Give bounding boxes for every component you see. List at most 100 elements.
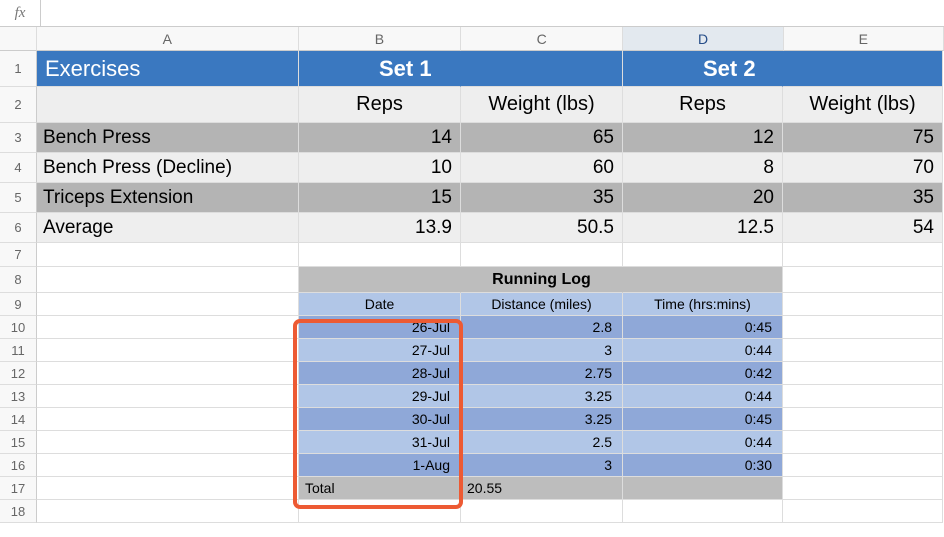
cell-d17[interactable] xyxy=(623,477,783,500)
cell-c2[interactable]: Weight (lbs) xyxy=(461,87,623,123)
row-header-7[interactable]: 7 xyxy=(0,243,37,267)
cell-b9[interactable]: Date xyxy=(299,293,461,316)
cell-e12[interactable] xyxy=(783,362,943,385)
spreadsheet-grid[interactable]: A B C D E 1 Exercises Set 1 Set 2 2 Reps… xyxy=(0,27,944,523)
row-header-15[interactable]: 15 xyxy=(0,431,37,454)
cell-d16[interactable]: 0:30 xyxy=(623,454,783,477)
cell-a4[interactable]: Bench Press (Decline) xyxy=(37,153,299,183)
cell-d6[interactable]: 12.5 xyxy=(623,213,783,243)
cell-c18[interactable] xyxy=(461,500,623,523)
cell-b5[interactable]: 15 xyxy=(299,183,461,213)
row-header-5[interactable]: 5 xyxy=(0,183,37,213)
cell-e4[interactable]: 70 xyxy=(783,153,943,183)
row-header-13[interactable]: 13 xyxy=(0,385,37,408)
cell-b17[interactable]: Total xyxy=(299,477,461,500)
col-header-a[interactable]: A xyxy=(37,27,299,51)
cell-a12[interactable] xyxy=(37,362,299,385)
cell-d15[interactable]: 0:44 xyxy=(623,431,783,454)
cell-a15[interactable] xyxy=(37,431,299,454)
cell-b12[interactable]: 28-Jul xyxy=(299,362,461,385)
col-header-b[interactable]: B xyxy=(299,27,461,51)
cell-c10[interactable]: 2.8 xyxy=(461,316,623,339)
cell-b15[interactable]: 31-Jul xyxy=(299,431,461,454)
cell-d5[interactable]: 20 xyxy=(623,183,783,213)
cell-d12[interactable]: 0:42 xyxy=(623,362,783,385)
cell-a10[interactable] xyxy=(37,316,299,339)
cell-e11[interactable] xyxy=(783,339,943,362)
cell-e5[interactable]: 35 xyxy=(783,183,943,213)
row-header-3[interactable]: 3 xyxy=(0,123,37,153)
select-all-corner[interactable] xyxy=(0,27,37,51)
cell-c9[interactable]: Distance (miles) xyxy=(461,293,623,316)
cell-b13[interactable]: 29-Jul xyxy=(299,385,461,408)
cell-e18[interactable] xyxy=(783,500,943,523)
row-header-16[interactable]: 16 xyxy=(0,454,37,477)
fx-icon[interactable]: fx xyxy=(0,0,41,26)
cell-c12[interactable]: 2.75 xyxy=(461,362,623,385)
cell-e15[interactable] xyxy=(783,431,943,454)
row-header-11[interactable]: 11 xyxy=(0,339,37,362)
cell-c14[interactable]: 3.25 xyxy=(461,408,623,431)
cell-d18[interactable] xyxy=(623,500,783,523)
cell-b3[interactable]: 14 xyxy=(299,123,461,153)
cell-a5[interactable]: Triceps Extension xyxy=(37,183,299,213)
cell-e10[interactable] xyxy=(783,316,943,339)
row-header-9[interactable]: 9 xyxy=(0,293,37,316)
cell-c5[interactable]: 35 xyxy=(461,183,623,213)
row-header-14[interactable]: 14 xyxy=(0,408,37,431)
cell-a3[interactable]: Bench Press xyxy=(37,123,299,153)
cell-d14[interactable]: 0:45 xyxy=(623,408,783,431)
cell-e13[interactable] xyxy=(783,385,943,408)
cell-a8[interactable] xyxy=(37,267,299,293)
cell-d13[interactable]: 0:44 xyxy=(623,385,783,408)
cell-c17[interactable]: 20.55 xyxy=(461,477,623,500)
cell-b6[interactable]: 13.9 xyxy=(299,213,461,243)
cell-a2[interactable] xyxy=(37,87,299,123)
row-header-2[interactable]: 2 xyxy=(0,87,37,123)
cell-e1[interactable]: Set 2 xyxy=(783,51,943,87)
cell-b4[interactable]: 10 xyxy=(299,153,461,183)
cell-e2[interactable]: Weight (lbs) xyxy=(783,87,943,123)
cell-e14[interactable] xyxy=(783,408,943,431)
row-header-17[interactable]: 17 xyxy=(0,477,37,500)
row-header-12[interactable]: 12 xyxy=(0,362,37,385)
cell-d9[interactable]: Time (hrs:mins) xyxy=(623,293,783,316)
row-header-10[interactable]: 10 xyxy=(0,316,37,339)
cell-e7[interactable] xyxy=(783,243,943,267)
cell-a13[interactable] xyxy=(37,385,299,408)
cell-a18[interactable] xyxy=(37,500,299,523)
cell-b14[interactable]: 30-Jul xyxy=(299,408,461,431)
cell-a6[interactable]: Average xyxy=(37,213,299,243)
cell-e17[interactable] xyxy=(783,477,943,500)
cell-d8[interactable] xyxy=(623,267,783,293)
cell-d11[interactable]: 0:44 xyxy=(623,339,783,362)
cell-e3[interactable]: 75 xyxy=(783,123,943,153)
cell-c11[interactable]: 3 xyxy=(461,339,623,362)
row-header-1[interactable]: 1 xyxy=(0,51,37,87)
cell-d7[interactable] xyxy=(623,243,783,267)
cell-b7[interactable] xyxy=(299,243,461,267)
cell-c4[interactable]: 60 xyxy=(461,153,623,183)
cell-c15[interactable]: 2.5 xyxy=(461,431,623,454)
cell-a1[interactable]: Exercises xyxy=(37,51,299,87)
cell-a17[interactable] xyxy=(37,477,299,500)
col-header-d[interactable]: D xyxy=(623,27,783,51)
cell-d3[interactable]: 12 xyxy=(623,123,783,153)
row-header-18[interactable]: 18 xyxy=(0,500,37,523)
cell-c16[interactable]: 3 xyxy=(461,454,623,477)
row-header-4[interactable]: 4 xyxy=(0,153,37,183)
cell-a16[interactable] xyxy=(37,454,299,477)
cell-e16[interactable] xyxy=(783,454,943,477)
cell-a14[interactable] xyxy=(37,408,299,431)
cell-e9[interactable] xyxy=(783,293,943,316)
cell-a7[interactable] xyxy=(37,243,299,267)
cell-b10[interactable]: 26-Jul xyxy=(299,316,461,339)
cell-b2[interactable]: Reps xyxy=(299,87,461,123)
cell-c3[interactable]: 65 xyxy=(461,123,623,153)
row-header-6[interactable]: 6 xyxy=(0,213,37,243)
cell-e6[interactable]: 54 xyxy=(783,213,943,243)
col-header-c[interactable]: C xyxy=(461,27,623,51)
cell-d4[interactable]: 8 xyxy=(623,153,783,183)
cell-c1[interactable]: Set 1 xyxy=(461,51,623,87)
cell-d10[interactable]: 0:45 xyxy=(623,316,783,339)
